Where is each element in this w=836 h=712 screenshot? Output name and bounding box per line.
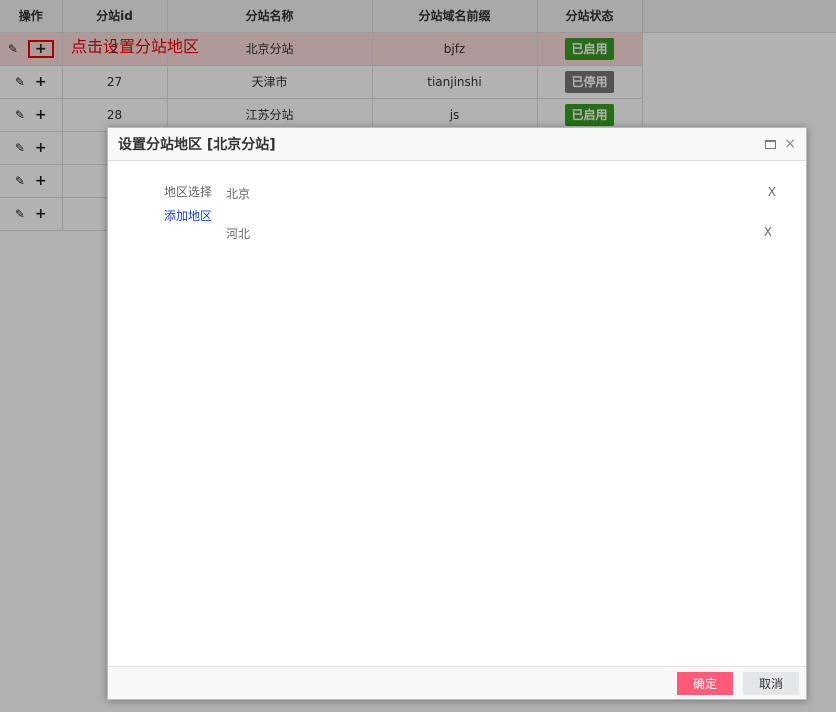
set-region-dialog: 设置分站地区 [北京分站] × 地区选择 添加地区 北京 X 河北 X 确定 取… — [107, 127, 807, 700]
cancel-button[interactable]: 取消 — [743, 672, 799, 695]
dialog-body: 地区选择 添加地区 北京 X 河北 X — [108, 161, 806, 667]
close-icon[interactable]: × — [784, 136, 796, 152]
maximize-icon[interactable] — [765, 136, 777, 152]
dialog-title: 设置分站地区 [北京分站] — [118, 137, 276, 153]
region-item: 北京 X — [226, 185, 776, 203]
region-name: 河北 — [226, 227, 251, 241]
remove-region-button[interactable]: X — [768, 185, 776, 199]
region-item: 河北 X — [226, 225, 772, 243]
dialog-footer: 确定 取消 — [108, 666, 806, 699]
region-select-label: 地区选择 — [164, 185, 213, 199]
dialog-header: 设置分站地区 [北京分站] × — [108, 128, 806, 161]
confirm-button[interactable]: 确定 — [677, 672, 733, 695]
remove-region-button[interactable]: X — [764, 225, 772, 239]
add-region-link[interactable]: 添加地区 — [164, 207, 212, 224]
region-name: 北京 — [226, 187, 251, 201]
